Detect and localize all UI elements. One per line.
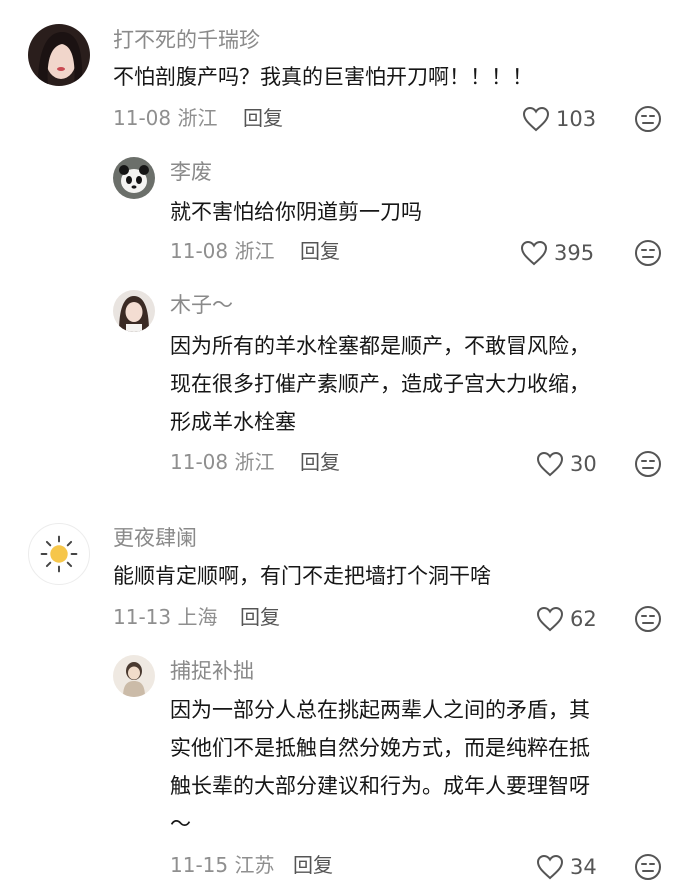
comment-meta: 11-08 浙江 <box>170 448 274 476</box>
comment-text-line: 因为所有的羊水栓塞都是顺产，不敢冒风险， <box>170 334 590 358</box>
comment-location: 浙江 <box>234 239 275 263</box>
reply-button[interactable]: 回复 <box>240 603 280 631</box>
dislike-button[interactable] <box>634 605 662 633</box>
sun-icon <box>40 535 78 573</box>
comment-text: 因为一部分人总在挑起两辈人之间的矛盾，其 实他们不是抵触自然分娩方式，而是纯粹在… <box>170 691 590 843</box>
heart-icon <box>536 606 564 632</box>
like-count: 62 <box>570 607 597 631</box>
like-count: 103 <box>556 107 597 131</box>
like-button[interactable]: 62 <box>536 604 597 634</box>
avatar-panda-icon <box>113 157 155 199</box>
comment-text-line: 形成羊水栓塞 <box>170 410 296 434</box>
dislike-face-icon <box>635 240 661 266</box>
heart-icon <box>520 240 548 266</box>
comment-meta: 11-15 江苏 <box>170 851 274 879</box>
avatar-child-photo-icon <box>113 655 155 697</box>
comment-text-line: 现在很多打催产素顺产，造成子宫大力收缩， <box>170 372 590 396</box>
dislike-button[interactable] <box>634 853 662 881</box>
like-count: 30 <box>570 452 597 476</box>
comment-text: 因为所有的羊水栓塞都是顺产，不敢冒风险， 现在很多打催产素顺产，造成子宫大力收缩… <box>170 327 590 441</box>
comment-text: 能顺肯定顺啊，有门不走把墙打个洞干啥 <box>113 557 491 595</box>
comment-text-line: 实他们不是抵触自然分娩方式，而是纯粹在抵 <box>170 736 590 760</box>
comment-meta: 11-13 上海 <box>113 603 217 631</box>
avatar[interactable] <box>28 24 90 86</box>
avatar-woman-dark-hair-icon <box>28 24 90 86</box>
dislike-face-icon <box>635 854 661 880</box>
username[interactable]: 捕捉补拙 <box>170 657 254 685</box>
comment-date: 11-15 <box>170 853 229 877</box>
dislike-face-icon <box>635 451 661 477</box>
comment-meta: 11-08 浙江 <box>170 237 274 265</box>
comment-date: 11-08 <box>170 239 229 263</box>
like-button[interactable]: 103 <box>522 104 596 134</box>
dislike-face-icon <box>635 606 661 632</box>
avatar-girl-photo-icon <box>113 290 155 332</box>
comment-location: 浙江 <box>177 106 218 130</box>
comment-location: 浙江 <box>234 450 275 474</box>
like-button[interactable]: 30 <box>536 449 597 479</box>
avatar[interactable] <box>28 523 90 585</box>
comment-text-line: 就不害怕给你阴道剪一刀吗 <box>170 200 422 224</box>
dislike-face-icon <box>635 106 661 132</box>
comment-text: 就不害怕给你阴道剪一刀吗 <box>170 193 422 231</box>
comment-location: 江苏 <box>234 853 275 877</box>
comment-location: 上海 <box>177 605 218 629</box>
comment-text-line: 因为一部分人总在挑起两辈人之间的矛盾，其 <box>170 698 590 722</box>
comment-date: 11-08 <box>113 106 172 130</box>
like-button[interactable]: 34 <box>536 852 597 882</box>
dislike-button[interactable] <box>634 450 662 478</box>
username[interactable]: 打不死的千瑞珍 <box>113 26 260 54</box>
comment-text-line: 不怕剖腹产吗？我真的巨害怕开刀啊！！！！ <box>113 65 533 89</box>
like-button[interactable]: 395 <box>520 238 594 268</box>
comment-date: 11-08 <box>170 450 229 474</box>
like-count: 34 <box>570 855 597 879</box>
reply-button[interactable]: 回复 <box>243 104 283 132</box>
reply-button[interactable]: 回复 <box>300 237 340 265</box>
comment-text: 不怕剖腹产吗？我真的巨害怕开刀啊！！！！ <box>113 58 533 96</box>
avatar[interactable] <box>113 290 155 332</box>
comment-meta: 11-08 浙江 <box>113 104 217 132</box>
reply-button[interactable]: 回复 <box>300 448 340 476</box>
dislike-button[interactable] <box>634 105 662 133</box>
comment-text-line: ～ <box>170 812 191 836</box>
comment-text-line: 能顺肯定顺啊，有门不走把墙打个洞干啥 <box>113 564 491 588</box>
heart-icon <box>536 451 564 477</box>
heart-icon <box>536 854 564 880</box>
reply-button[interactable]: 回复 <box>293 851 333 879</box>
comment-date: 11-13 <box>113 605 172 629</box>
heart-icon <box>522 106 550 132</box>
comment-text-line: 触长辈的大部分建议和行为。成年人要理智呀 <box>170 774 590 798</box>
avatar[interactable] <box>113 157 155 199</box>
username[interactable]: 木子～ <box>170 291 233 319</box>
username[interactable]: 更夜肆阑 <box>113 524 197 552</box>
username[interactable]: 李废 <box>170 158 212 186</box>
avatar[interactable] <box>113 655 155 697</box>
like-count: 395 <box>554 241 595 265</box>
dislike-button[interactable] <box>634 239 662 267</box>
